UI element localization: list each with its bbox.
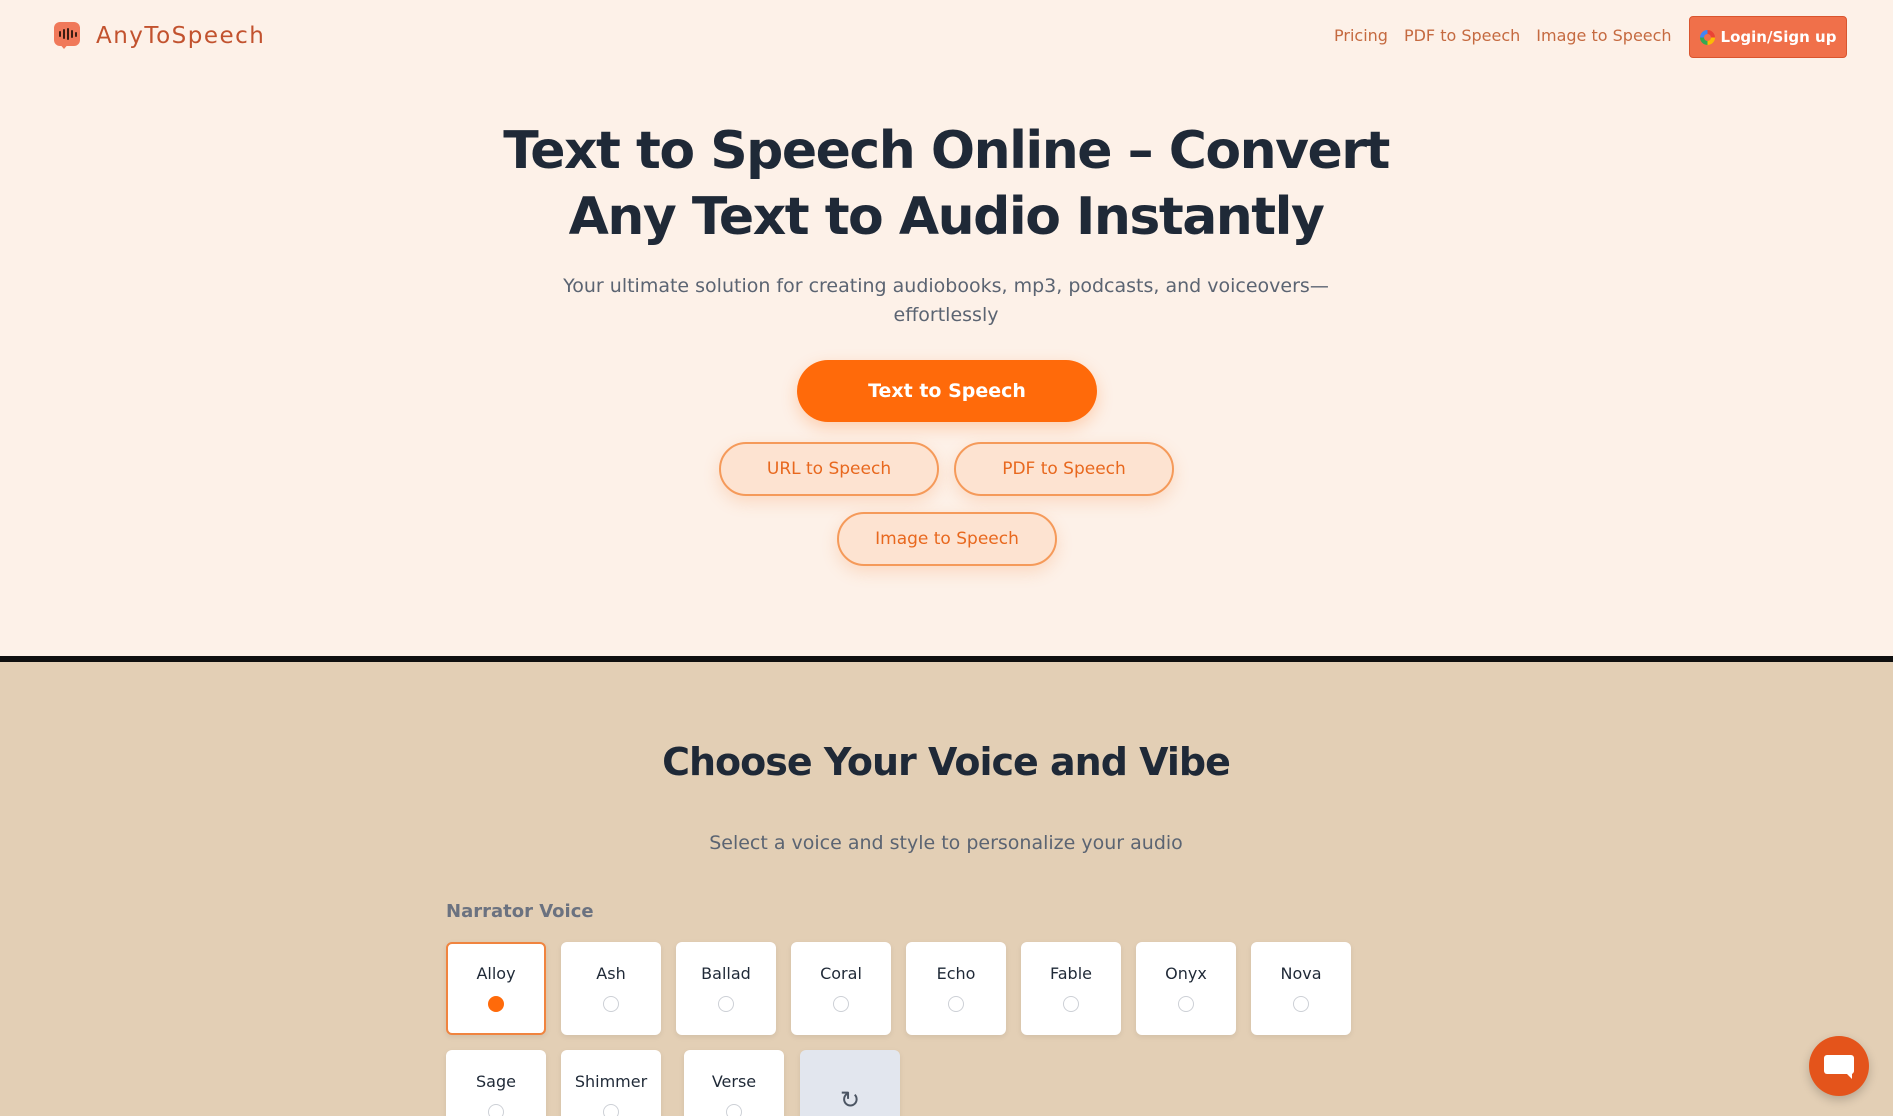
- brand-name: AnyToSpeech: [96, 23, 266, 49]
- voice-option-sage[interactable]: Sage: [446, 1050, 546, 1116]
- brand-logo[interactable]: AnyToSpeech: [54, 22, 265, 50]
- chat-icon: [1824, 1055, 1854, 1079]
- hero-subtitle: Your ultimate solution for creating audi…: [546, 272, 1346, 330]
- radio-icon[interactable]: [948, 996, 964, 1012]
- voice-option-ballad[interactable]: Ballad: [676, 942, 776, 1035]
- voice-section: [0, 662, 1893, 1116]
- top-nav: Pricing PDF to Speech Image to Speech: [1334, 26, 1672, 45]
- voice-name: Ash: [596, 964, 626, 983]
- hero-subtitle-line-1: Your ultimate solution for creating audi…: [563, 275, 1329, 297]
- login-signup-label: Login/Sign up: [1720, 28, 1837, 46]
- voice-option-coral[interactable]: Coral: [791, 942, 891, 1035]
- login-signup-button[interactable]: Login/Sign up: [1689, 16, 1847, 58]
- voice-option-onyx[interactable]: Onyx: [1136, 942, 1236, 1035]
- voice-option-echo[interactable]: Echo: [906, 942, 1006, 1035]
- speech-bubble-icon: [54, 22, 82, 50]
- voice-name: Ballad: [701, 964, 751, 983]
- radio-icon[interactable]: [488, 1104, 504, 1116]
- hero-title-line-1: Text to Speech Online – Convert: [503, 121, 1390, 181]
- radio-icon[interactable]: [603, 1104, 619, 1116]
- voice-name: Echo: [936, 964, 976, 983]
- google-icon: [1699, 29, 1715, 45]
- voice-name: Fable: [1050, 964, 1092, 983]
- url-to-speech-button[interactable]: URL to Speech: [719, 442, 939, 496]
- voice-option-shimmer[interactable]: Shimmer: [561, 1050, 661, 1116]
- radio-icon[interactable]: [1293, 996, 1309, 1012]
- radio-selected-icon[interactable]: [488, 996, 504, 1012]
- voice-option-ash[interactable]: Ash: [561, 942, 661, 1035]
- radio-icon[interactable]: [1063, 996, 1079, 1012]
- radio-icon[interactable]: [726, 1104, 742, 1116]
- hero-title: Text to Speech Online – Convert Any Text…: [446, 118, 1446, 250]
- radio-icon[interactable]: [1178, 996, 1194, 1012]
- radio-icon[interactable]: [833, 996, 849, 1012]
- voice-option-fable[interactable]: Fable: [1021, 942, 1121, 1035]
- radio-icon[interactable]: [603, 996, 619, 1012]
- chat-widget-button[interactable]: [1809, 1036, 1869, 1096]
- voice-section-title: Choose Your Voice and Vibe: [662, 740, 1231, 784]
- voice-option-verse[interactable]: Verse: [684, 1050, 784, 1116]
- radio-icon[interactable]: [718, 996, 734, 1012]
- hero-subtitle-line-2: effortlessly: [893, 304, 999, 326]
- text-to-speech-button[interactable]: Text to Speech: [797, 360, 1097, 422]
- refresh-icon: ↻: [839, 1086, 861, 1114]
- nav-link-image-to-speech[interactable]: Image to Speech: [1536, 26, 1671, 45]
- voice-name: Nova: [1280, 964, 1322, 983]
- voice-name: Verse: [711, 1072, 757, 1091]
- nav-link-pdf-to-speech[interactable]: PDF to Speech: [1404, 26, 1520, 45]
- site-header: AnyToSpeech Pricing PDF to Speech Image …: [0, 0, 1893, 72]
- narrator-voice-label: Narrator Voice: [446, 901, 594, 922]
- hero-title-line-2: Any Text to Audio Instantly: [568, 187, 1325, 247]
- voice-name: Alloy: [476, 964, 516, 983]
- pdf-to-speech-button[interactable]: PDF to Speech: [954, 442, 1174, 496]
- voice-name: Coral: [820, 964, 862, 983]
- voice-option-nova[interactable]: Nova: [1251, 942, 1351, 1035]
- voice-section-subtitle: Select a voice and style to personalize …: [709, 832, 1183, 854]
- voice-name: Sage: [476, 1072, 516, 1091]
- nav-link-pricing[interactable]: Pricing: [1334, 26, 1388, 45]
- voice-name: Onyx: [1165, 964, 1207, 983]
- voice-option-alloy[interactable]: Alloy: [446, 942, 546, 1035]
- image-to-speech-button[interactable]: Image to Speech: [837, 512, 1057, 566]
- voice-name: Shimmer: [574, 1072, 648, 1091]
- more-voices-button[interactable]: ↻: [800, 1050, 900, 1116]
